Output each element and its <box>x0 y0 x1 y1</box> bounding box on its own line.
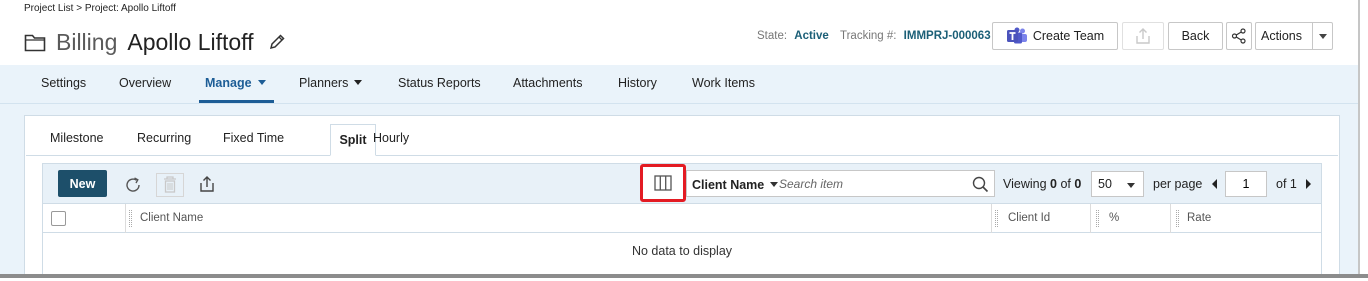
caret-down-icon <box>257 80 266 86</box>
tab-status-reports[interactable]: Status Reports <box>398 76 481 90</box>
column-header-label: Rate <box>1187 212 1212 224</box>
state-value: Active <box>794 30 829 42</box>
viewing-of: of <box>1060 177 1071 191</box>
drag-handle-icon[interactable] <box>1096 210 1099 227</box>
upload-icon <box>1136 28 1150 44</box>
per-page-label: per page <box>1153 177 1203 191</box>
chevron-down-icon[interactable] <box>1319 34 1327 39</box>
split-grid: New Client Name Search item Viewing 0 of… <box>42 163 1322 276</box>
subtab-divider <box>26 155 1338 156</box>
page-number-input[interactable] <box>1225 171 1267 197</box>
tab-manage[interactable]: Manage <box>205 76 266 90</box>
column-header-label: Client Name <box>140 212 204 224</box>
billing-panel: Milestone Recurring Fixed Time Split Hou… <box>24 115 1340 276</box>
state-indicator: State: Active <box>757 30 829 42</box>
drag-handle-icon[interactable] <box>995 210 998 227</box>
column-header-percent[interactable]: % <box>1090 204 1170 233</box>
tab-settings[interactable]: Settings <box>41 76 86 90</box>
drag-handle-icon[interactable] <box>1176 210 1179 227</box>
create-team-button[interactable]: Create Team <box>992 22 1118 50</box>
tab-work-items[interactable]: Work Items <box>692 76 755 90</box>
subtab-recurring[interactable]: Recurring <box>137 131 191 145</box>
caret-down-icon <box>770 182 779 188</box>
grid-toolbar: New Client Name Search item Viewing 0 of… <box>43 164 1321 204</box>
search-box: Client Name <box>686 170 995 197</box>
edit-pencil-icon[interactable] <box>268 33 286 51</box>
viewing-total: 0 <box>1074 177 1082 191</box>
subtab-hourly[interactable]: Hourly <box>373 131 409 145</box>
tab-history[interactable]: History <box>618 76 657 90</box>
folder-icon <box>24 34 46 52</box>
page-total: of 1 <box>1276 177 1297 191</box>
page-title: Apollo Liftoff <box>127 28 254 55</box>
subtab-fixed-time[interactable]: Fixed Time <box>223 131 284 145</box>
back-button[interactable]: Back <box>1168 22 1223 50</box>
column-header-label: % <box>1109 212 1120 224</box>
window-edge-bottom <box>0 274 1368 281</box>
viewing-label: Viewing <box>1003 177 1047 191</box>
select-all-checkbox[interactable] <box>51 211 66 226</box>
breadcrumb[interactable]: Project List > Project: Apollo Liftoff <box>24 3 176 14</box>
previous-page-icon[interactable] <box>1212 179 1217 189</box>
viewing-count: Viewing 0 of 0 <box>1003 177 1081 191</box>
window-edge-right <box>1358 0 1368 281</box>
column-header-client-id[interactable]: Client Id <box>991 204 1090 233</box>
state-label: State: <box>757 30 788 42</box>
page-title-prefix: Billing <box>56 28 118 55</box>
empty-message: No data to display <box>631 244 733 258</box>
tracking-indicator: Tracking #: IMMPRJ-000063 <box>840 30 991 42</box>
create-team-label: Create Team <box>1032 29 1105 43</box>
tab-planners[interactable]: Planners <box>299 76 363 90</box>
tab-planners-label: Planners <box>299 76 349 90</box>
caret-down-icon <box>354 80 363 86</box>
actions-dropdown[interactable]: Actions <box>1255 22 1333 50</box>
actions-divider <box>1312 23 1313 49</box>
tracking-value: IMMPRJ-000063 <box>903 30 991 42</box>
subtab-split[interactable]: Split <box>330 124 376 156</box>
tab-manage-label: Manage <box>205 76 252 90</box>
back-label: Back <box>1181 29 1210 43</box>
tab-overview[interactable]: Overview <box>119 76 171 90</box>
share-button[interactable] <box>1226 22 1252 50</box>
active-tab-underline <box>199 100 274 103</box>
delete-icon[interactable] <box>156 173 184 197</box>
column-header-label: Client Id <box>1008 212 1051 224</box>
chevron-down-icon <box>1127 183 1135 188</box>
actions-label: Actions <box>1261 29 1302 43</box>
search-field-label: Client Name <box>692 178 765 192</box>
share-icon <box>1231 28 1246 44</box>
upload-icon[interactable] <box>198 175 216 193</box>
subtab-milestone[interactable]: Milestone <box>50 131 104 145</box>
content-area: Milestone Recurring Fixed Time Split Hou… <box>0 104 1358 276</box>
table-header: Client Name Client Id % Rate <box>43 204 1321 233</box>
viewing-from: 0 <box>1050 177 1057 191</box>
search-icon[interactable] <box>972 176 989 193</box>
main-nav: Settings Overview Manage Planners Status… <box>0 65 1358 104</box>
search-field-dropdown[interactable]: Client Name <box>692 178 779 192</box>
refresh-icon[interactable] <box>124 176 142 194</box>
teams-icon <box>1006 27 1027 44</box>
export-button[interactable] <box>1122 22 1164 50</box>
per-page-select[interactable]: 50 <box>1091 171 1144 197</box>
tab-attachments[interactable]: Attachments <box>513 76 582 90</box>
column-chooser-button[interactable] <box>640 164 686 202</box>
columns-icon <box>654 175 672 191</box>
per-page-value: 50 <box>1098 177 1112 191</box>
column-header-rate[interactable]: Rate <box>1170 204 1321 233</box>
new-button[interactable]: New <box>58 170 107 197</box>
tracking-label: Tracking #: <box>840 30 897 42</box>
column-header-client-name[interactable]: Client Name <box>125 204 991 233</box>
next-page-icon[interactable] <box>1306 179 1311 189</box>
search-input[interactable] <box>779 175 965 193</box>
drag-handle-icon[interactable] <box>129 210 132 227</box>
page-title-row: Billing Apollo Liftoff <box>24 26 286 58</box>
